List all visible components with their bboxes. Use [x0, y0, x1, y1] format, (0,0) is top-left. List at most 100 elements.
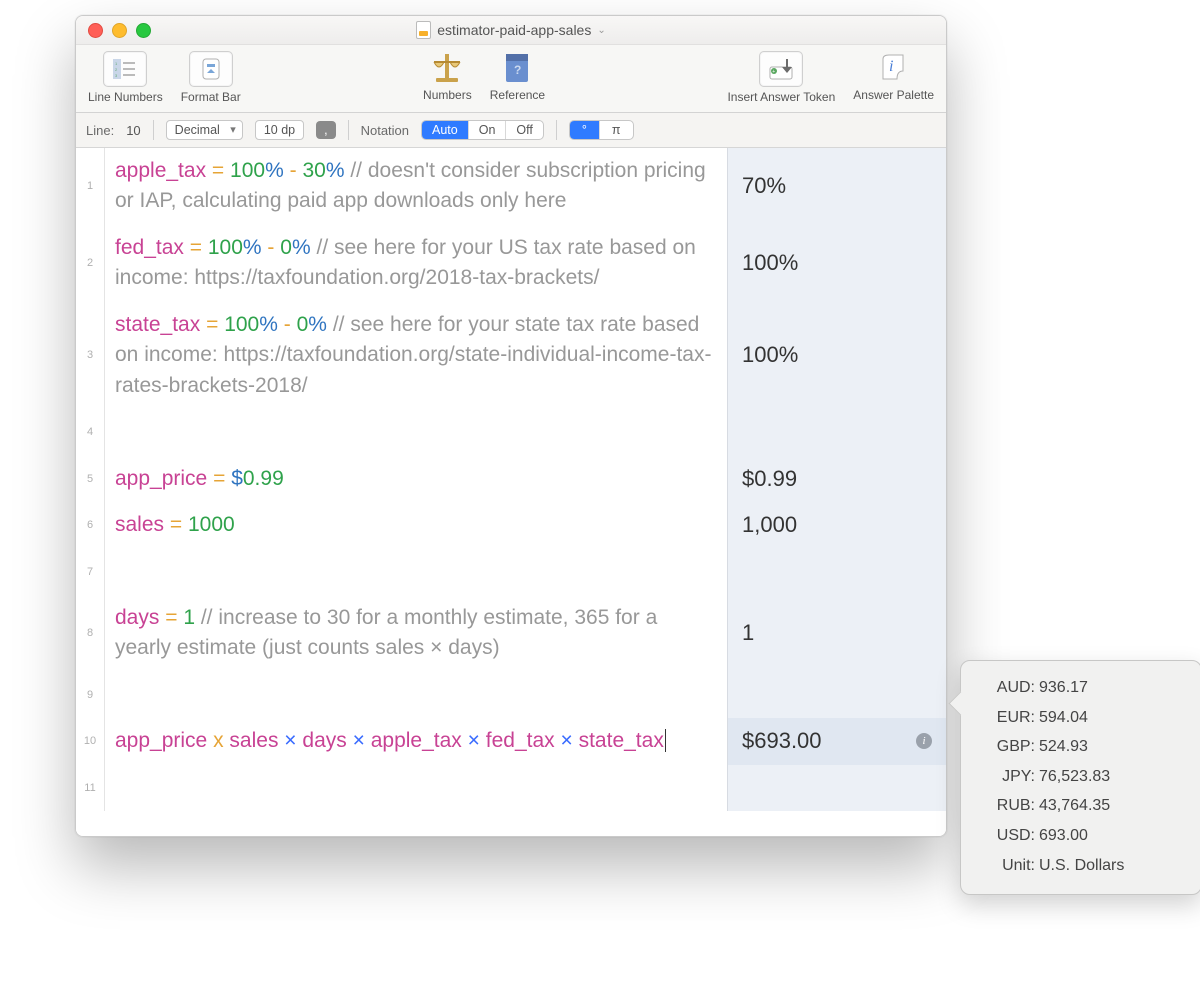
line-number: 3	[76, 302, 105, 409]
editor-line[interactable]: 5app_price = $0.99$0.99	[76, 456, 946, 502]
numbers-button[interactable]: Numbers	[423, 51, 472, 102]
format-bar-label: Format Bar	[181, 90, 241, 104]
line-number: 8	[76, 595, 105, 672]
line-code[interactable]	[105, 409, 727, 455]
editor-line[interactable]: 4	[76, 409, 946, 455]
angle-degrees[interactable]: °	[570, 121, 600, 139]
line-number: 5	[76, 456, 105, 502]
editor-line[interactable]: 11	[76, 765, 946, 811]
format-bar-button[interactable]: Format Bar	[181, 51, 241, 104]
window-title-text: estimator-paid-app-sales	[437, 22, 591, 38]
notation-off[interactable]: Off	[506, 121, 542, 139]
line-code[interactable]: sales = 1000	[105, 502, 727, 548]
minimize-icon[interactable]	[112, 23, 127, 38]
insert-answer-token-button[interactable]: + Insert Answer Token	[727, 51, 835, 104]
line-number: 10	[76, 718, 105, 764]
insert-answer-token-label: Insert Answer Token	[727, 90, 835, 104]
line-number: 11	[76, 765, 105, 811]
editor-line[interactable]: 9	[76, 672, 946, 718]
line-number: 6	[76, 502, 105, 548]
svg-text:i: i	[889, 58, 893, 75]
info-icon[interactable]: i	[916, 733, 932, 749]
svg-text:+: +	[773, 69, 776, 75]
line-result[interactable]	[727, 765, 946, 811]
scales-icon	[426, 51, 468, 85]
text-cursor	[665, 729, 666, 752]
window-title: estimator-paid-app-sales ⌄	[416, 21, 605, 39]
close-icon[interactable]	[88, 23, 103, 38]
insert-token-icon: +	[759, 51, 803, 87]
book-icon: ?	[496, 51, 538, 85]
line-result[interactable]: $693.00i	[727, 718, 946, 764]
editor[interactable]: 1 apple_tax = 100% - 30% // doesn't consi…	[76, 148, 946, 836]
angle-segment[interactable]: ° π	[569, 120, 634, 140]
line-numbers-label: Line Numbers	[88, 90, 163, 104]
answer-palette-button[interactable]: i Answer Palette	[853, 51, 934, 104]
numbers-label: Numbers	[423, 88, 472, 102]
popover-row: USD: 693.00	[977, 821, 1185, 851]
line-code[interactable]: days = 1 // increase to 30 for a monthly…	[105, 595, 727, 672]
popover-row: GBP: 524.93	[977, 732, 1185, 762]
app-window: estimator-paid-app-sales ⌄ 1 2 3 L	[75, 15, 947, 837]
line-code[interactable]	[105, 548, 727, 594]
line-code[interactable]: fed_tax = 100% - 0% // see here for your…	[105, 225, 727, 302]
line-result[interactable]: 100%	[727, 302, 946, 409]
reference-button[interactable]: ? Reference	[490, 51, 545, 102]
popover-row: AUD: 936.17	[977, 673, 1185, 703]
line-result[interactable]: $0.99	[727, 456, 946, 502]
line-number: 7	[76, 548, 105, 594]
line-code[interactable]	[105, 672, 727, 718]
editor-line[interactable]: 6sales = 10001,000	[76, 502, 946, 548]
popover-row: RUB: 43,764.35	[977, 791, 1185, 821]
line-result[interactable]: 70%	[727, 148, 946, 225]
line-result[interactable]: 100%	[727, 225, 946, 302]
line-result[interactable]	[727, 409, 946, 455]
titlebar: estimator-paid-app-sales ⌄	[76, 16, 946, 45]
editor-line[interactable]: 1apple_tax = 100% - 30% // doesn't consi…	[76, 148, 946, 225]
line-result[interactable]	[727, 548, 946, 594]
popover-row: EUR: 594.04	[977, 703, 1185, 733]
line-numbers-icon: 1 2 3	[103, 51, 147, 87]
document-icon	[416, 21, 431, 39]
thousands-separator-button[interactable]: ,	[316, 121, 335, 139]
line-numbers-button[interactable]: 1 2 3 Line Numbers	[88, 51, 163, 104]
current-line-number: 10	[126, 123, 140, 138]
notation-segment[interactable]: Auto On Off	[421, 120, 544, 140]
angle-pi[interactable]: π	[600, 121, 633, 139]
line-code[interactable]: app_price = $0.99	[105, 456, 727, 502]
traffic-lights	[88, 23, 151, 38]
line-label: Line:	[86, 123, 114, 138]
notation-on[interactable]: On	[469, 121, 507, 139]
line-result[interactable]	[727, 672, 946, 718]
format-bar-icon	[189, 51, 233, 87]
precision-field[interactable]: 10 dp	[255, 120, 304, 140]
line-code[interactable]: apple_tax = 100% - 30% // doesn't consid…	[105, 148, 727, 225]
zoom-icon[interactable]	[136, 23, 151, 38]
line-code[interactable]: app_price x sales × days × apple_tax × f…	[105, 718, 727, 764]
line-number: 2	[76, 225, 105, 302]
currency-popover: AUD: 936.17EUR: 594.04GBP: 524.93JPY: 76…	[960, 660, 1200, 895]
format-row: Line: 10 Decimal 10 dp , Notation Auto O…	[76, 113, 946, 148]
editor-line[interactable]: 7	[76, 548, 946, 594]
popover-row: JPY: 76,523.83	[977, 762, 1185, 792]
palette-icon: i	[873, 51, 915, 85]
editor-line[interactable]: 2fed_tax = 100% - 0% // see here for you…	[76, 225, 946, 302]
svg-text:?: ?	[514, 63, 521, 77]
editor-line[interactable]: 3state_tax = 100% - 0% // see here for y…	[76, 302, 946, 409]
popover-row: Unit: U.S. Dollars	[977, 851, 1185, 881]
editor-line[interactable]: 10app_price x sales × days × apple_tax ×…	[76, 718, 946, 764]
answer-palette-label: Answer Palette	[853, 88, 934, 102]
chevron-down-icon[interactable]: ⌄	[597, 25, 605, 36]
line-result[interactable]: 1	[727, 595, 946, 672]
toolbar: 1 2 3 Line Numbers	[76, 45, 946, 113]
line-number: 4	[76, 409, 105, 455]
notation-auto[interactable]: Auto	[422, 121, 469, 139]
line-code[interactable]	[105, 765, 727, 811]
reference-label: Reference	[490, 88, 545, 102]
line-result[interactable]: 1,000	[727, 502, 946, 548]
number-mode-select[interactable]: Decimal	[166, 120, 243, 140]
line-code[interactable]: state_tax = 100% - 0% // see here for yo…	[105, 302, 727, 409]
notation-label: Notation	[361, 123, 409, 138]
line-number: 9	[76, 672, 105, 718]
editor-line[interactable]: 8days = 1 // increase to 30 for a monthl…	[76, 595, 946, 672]
